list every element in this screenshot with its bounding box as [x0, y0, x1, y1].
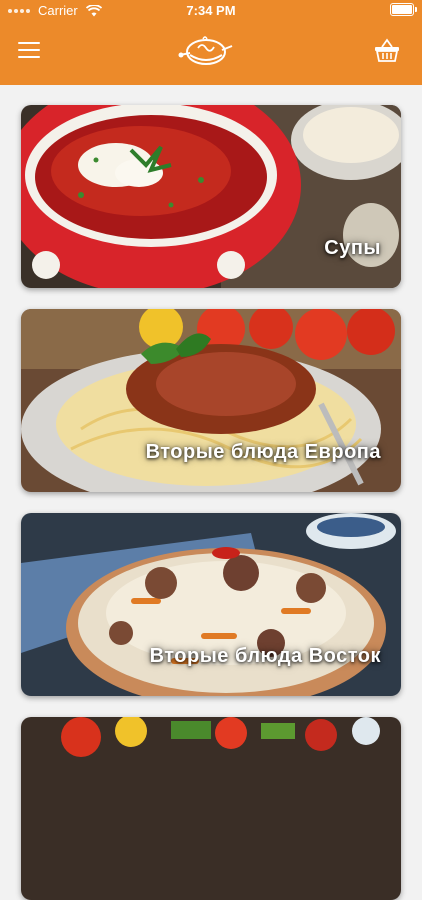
category-card-soups[interactable]: Супы — [21, 105, 401, 288]
salad-image — [21, 717, 401, 900]
category-card-europe[interactable]: Вторые блюда Европа — [21, 309, 401, 492]
status-bar: Carrier 7:34 PM — [0, 0, 422, 22]
plov-image — [21, 513, 401, 696]
category-label: Супы — [324, 237, 381, 259]
category-card-east[interactable]: Вторые блюда Восток — [21, 513, 401, 696]
spaghetti-image — [21, 309, 401, 492]
battery-icon — [390, 3, 417, 16]
soup-image — [21, 105, 401, 288]
category-label: Вторые блюда Европа — [145, 441, 381, 463]
category-label: Вторые блюда Восток — [149, 645, 381, 667]
hamburger-menu-icon[interactable] — [18, 42, 40, 58]
bowl-logo-icon[interactable] — [176, 33, 236, 69]
basket-icon[interactable] — [374, 38, 400, 62]
top-header: Carrier 7:34 PM — [0, 0, 422, 85]
category-card-salads[interactable] — [21, 717, 401, 900]
clock: 7:34 PM — [186, 3, 236, 18]
